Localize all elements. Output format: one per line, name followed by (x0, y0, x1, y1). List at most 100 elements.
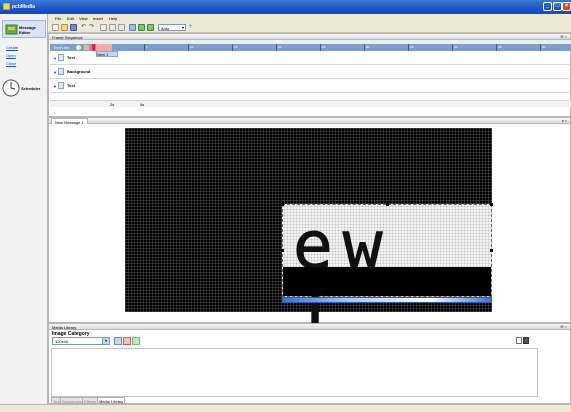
row-name: Background (67, 69, 91, 74)
image-layer-icon (58, 68, 64, 75)
new-icon[interactable] (52, 24, 59, 31)
create-link[interactable]: Create (6, 45, 18, 50)
timeline-footer: 2s 0s (50, 100, 571, 107)
zoom-select[interactable]: Auto ▾ (158, 24, 186, 31)
lock-icon[interactable] (84, 45, 89, 50)
zoom-value: Auto (161, 26, 170, 31)
timeline-tick (232, 44, 233, 51)
close-button[interactable]: × (562, 2, 571, 11)
text-icon[interactable] (129, 24, 136, 31)
timeline-tick (540, 44, 541, 51)
menu-help[interactable]: Help (109, 16, 117, 21)
copy-icon[interactable] (109, 24, 116, 31)
delete-image-icon[interactable] (123, 337, 131, 345)
undo-icon[interactable]: ↶ (81, 24, 88, 31)
maximize-button[interactable]: □ (553, 2, 562, 11)
frame-cell-label: New 1 (97, 52, 109, 57)
timeline-ruler: TimeLine 5 10 15 20 25 30 35 40 45 50 (50, 44, 571, 51)
text-layer-icon (58, 54, 64, 61)
text-frame[interactable]: ew 1 (281, 203, 493, 345)
timeline-tick (408, 44, 409, 51)
timeline-tick (364, 44, 365, 51)
sidebar: Message Editor Create Open Close Schedul… (0, 14, 48, 404)
timeline-tick-label: 5 (146, 45, 148, 49)
timeline-tick-label: 45 (498, 45, 502, 49)
close-link[interactable]: Close (6, 61, 16, 66)
open-icon[interactable] (61, 24, 68, 31)
window-title: pcbMedia (12, 4, 36, 10)
grid-view-icon[interactable] (523, 337, 529, 344)
frame-sequence-header: Frame Sequence ⊕ × (48, 33, 571, 40)
open-link[interactable]: Open (6, 53, 16, 58)
sidebar-tab-scheduler[interactable]: Scheduler (2, 78, 46, 98)
timeline-row[interactable]: ▼ Text (50, 79, 571, 93)
timeline-tick-label: 40 (454, 45, 458, 49)
clock-icon (2, 79, 20, 97)
sidebar-tab-message-editor[interactable]: Message Editor (2, 20, 46, 38)
resize-handle[interactable] (281, 249, 284, 252)
minimize-button[interactable]: _ (543, 2, 552, 11)
toolbar: ↶ ↷ Auto ▾ + (48, 22, 571, 33)
redo-icon[interactable]: ↷ (89, 24, 96, 31)
resize-handle[interactable] (490, 203, 493, 206)
panel-title: Media Library (52, 325, 77, 330)
list-view-icon[interactable] (516, 337, 522, 344)
panel-pin-icon[interactable]: ⊕ × (560, 324, 567, 329)
timeline-tick (320, 44, 321, 51)
timeline-tick (452, 44, 453, 51)
timeline-tick (144, 44, 145, 51)
resize-handle[interactable] (490, 249, 493, 252)
menu-edit[interactable]: Edit (67, 16, 74, 21)
message-tab-bar: New Message 1 ◂ × (48, 117, 571, 125)
menu-file[interactable]: File (55, 16, 61, 21)
image-layer-icon (58, 82, 64, 89)
sidebar-tab-label: Message Editor (19, 25, 36, 35)
message-editor-icon (5, 24, 18, 35)
image-icon[interactable] (138, 24, 145, 31)
timeline-tick (188, 44, 189, 51)
frame-marker (96, 44, 112, 51)
timeline-row[interactable]: ▼ Text New 1 (50, 51, 571, 65)
expand-icon[interactable]: ▼ (53, 84, 57, 89)
add-image-icon[interactable] (114, 337, 122, 345)
timeline-tick-label: 10 (190, 45, 194, 49)
timeline-tick (496, 44, 497, 51)
menu-insert[interactable]: Insert (93, 16, 103, 21)
media-library-list[interactable] (51, 348, 538, 397)
paste-icon[interactable] (118, 24, 125, 31)
sidebar-tab-label: Scheduler (21, 86, 41, 91)
panel-pin-icon[interactable]: ⊕ × (560, 34, 567, 39)
timeline-row[interactable]: ▼ Background (50, 65, 571, 79)
resize-handle[interactable] (281, 203, 284, 206)
video-icon[interactable] (147, 24, 154, 31)
timeline-tick (276, 44, 277, 51)
tab-new-message-1[interactable]: New Message 1 (51, 118, 88, 125)
timeline-tick-label: 15 (234, 45, 238, 49)
cut-icon[interactable] (100, 24, 107, 31)
playhead[interactable] (92, 44, 95, 51)
frame-cell[interactable]: New 1 (96, 51, 118, 57)
close-icon[interactable]: ◂ × (562, 118, 567, 123)
image-category-select[interactable]: 120x40 ▾ (52, 337, 110, 345)
save-icon[interactable] (70, 24, 77, 31)
timeline-label: TimeLine (53, 45, 70, 50)
timeline-tick-label: 20 (278, 45, 282, 49)
image-category-value: 120x40 (55, 339, 69, 344)
row-name: Text (67, 83, 75, 88)
menu-view[interactable]: View (79, 16, 88, 21)
duration-value: 2s (110, 102, 115, 107)
expand-icon[interactable]: ▼ (53, 56, 57, 61)
eye-icon[interactable] (76, 45, 81, 50)
text-scroll-bar[interactable] (282, 297, 492, 303)
resize-handle[interactable] (386, 203, 389, 206)
row-name: Text (67, 55, 75, 60)
offset-value: 0s (140, 102, 145, 107)
tab-media-library[interactable]: Media Library (97, 397, 126, 404)
import-image-icon[interactable] (132, 337, 140, 345)
timeline-tick-label: 25 (322, 45, 326, 49)
expand-icon[interactable]: ▼ (53, 70, 57, 75)
tab-effects[interactable]: Effects (82, 397, 99, 404)
chevron-down-icon: ▾ (181, 25, 184, 30)
media-library-header: Media Library ⊕ × (48, 323, 571, 330)
plus-icon[interactable]: + (189, 24, 196, 31)
